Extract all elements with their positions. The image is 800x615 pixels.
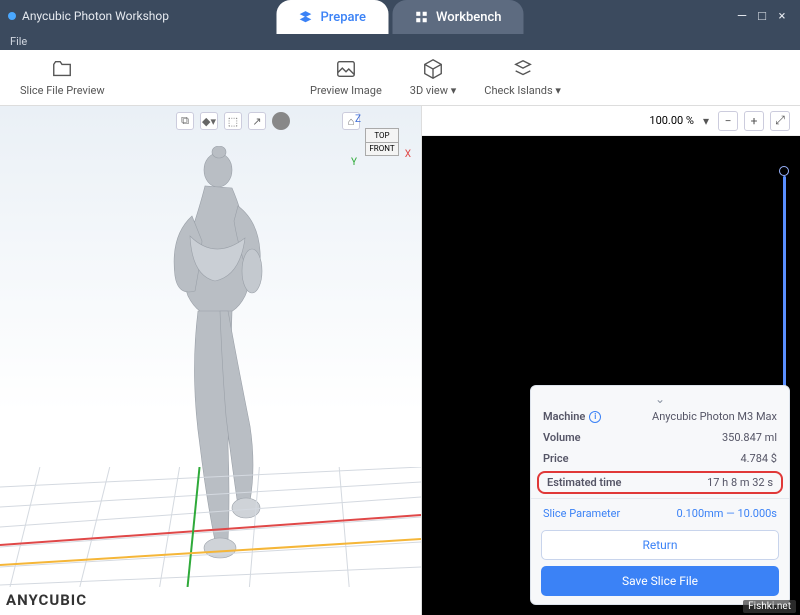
slice-param-value: 0.100mm — 10.000s bbox=[677, 507, 777, 520]
3d-view-label: 3D view ▾ bbox=[410, 84, 456, 97]
time-value: 17 h 8 m 32 s bbox=[707, 476, 773, 489]
axis-z-label: Z bbox=[355, 114, 361, 125]
layers-icon bbox=[298, 10, 312, 24]
return-button[interactable]: Return bbox=[541, 530, 779, 560]
tab-workbench-label: Workbench bbox=[436, 10, 502, 25]
menubar: File bbox=[0, 32, 800, 50]
slice-file-preview-label: Slice File Preview bbox=[20, 84, 105, 97]
slice-preview-canvas[interactable]: ⌄ Machine i Anycubic Photon M3 Max Volum… bbox=[422, 136, 800, 615]
preview-image-button[interactable]: Preview Image bbox=[310, 58, 382, 97]
estimated-time-row: Estimated time 17 h 8 m 32 s bbox=[537, 471, 783, 494]
window-maximize-button[interactable]: □ bbox=[752, 8, 772, 24]
workspace: ⧉ ◆▾ ⬚ ↗ ⌂ TOP FRONT Z Y X bbox=[0, 106, 800, 615]
folder-icon bbox=[51, 58, 73, 80]
layer-slider-top-knob[interactable] bbox=[779, 166, 789, 176]
slice-param-label: Slice Parameter bbox=[543, 507, 620, 520]
orientation-gizmo[interactable]: TOP FRONT Z Y X bbox=[365, 128, 399, 156]
tool-box-button[interactable]: ⬚ bbox=[224, 112, 242, 130]
slice-parameter-link[interactable]: Slice Parameter 0.100mm — 10.000s bbox=[531, 503, 789, 524]
tab-prepare[interactable]: Prepare bbox=[276, 0, 388, 34]
tool-export-button[interactable]: ↗ bbox=[248, 112, 266, 130]
axis-x-label: X bbox=[405, 149, 411, 160]
price-label: Price bbox=[543, 452, 569, 465]
zoom-toolbar: 100.00 % ▾ − + ⤢ bbox=[422, 106, 800, 136]
zoom-in-button[interactable]: + bbox=[744, 111, 764, 131]
ribbon: Slice File Preview Preview Image 3D view… bbox=[0, 50, 800, 106]
preview-image-label: Preview Image bbox=[310, 84, 382, 97]
watermark: Fishki.net bbox=[743, 600, 796, 613]
tool-copy-button[interactable]: ⧉ bbox=[176, 112, 194, 130]
axis-y-label: Y bbox=[351, 157, 357, 168]
volume-label: Volume bbox=[543, 431, 581, 444]
window-minimize-button[interactable]: — bbox=[732, 9, 752, 24]
zoom-fit-button[interactable]: ⤢ bbox=[770, 111, 790, 131]
tool-cube-button[interactable]: ◆▾ bbox=[200, 112, 218, 130]
gizmo-front-face[interactable]: FRONT bbox=[366, 143, 398, 156]
tab-workbench[interactable]: Workbench bbox=[392, 0, 524, 34]
viewport-toolbar: ⧉ ◆▾ ⬚ ↗ bbox=[176, 112, 290, 130]
window-close-button[interactable]: × bbox=[772, 9, 792, 24]
price-value: 4.784 $ bbox=[740, 452, 777, 465]
slice-file-preview-button[interactable]: Slice File Preview bbox=[20, 58, 105, 97]
grid-icon bbox=[414, 10, 428, 24]
zoom-percent: 100.00 % bbox=[649, 114, 694, 127]
volume-value: 350.847 ml bbox=[722, 431, 777, 444]
islands-icon bbox=[512, 58, 534, 80]
3d-view-button[interactable]: 3D view ▾ bbox=[410, 58, 456, 97]
tab-prepare-label: Prepare bbox=[320, 10, 366, 25]
image-icon bbox=[335, 58, 357, 80]
cube-icon bbox=[422, 58, 444, 80]
check-islands-label: Check Islands ▾ bbox=[484, 84, 561, 97]
app-title: Anycubic Photon Workshop bbox=[22, 9, 169, 23]
info-icon[interactable]: i bbox=[589, 411, 601, 423]
save-slice-file-button[interactable]: Save Slice File bbox=[541, 566, 779, 596]
zoom-out-button[interactable]: − bbox=[718, 111, 738, 131]
zoom-dropdown-icon[interactable]: ▾ bbox=[700, 111, 712, 131]
viewport-3d[interactable]: ⧉ ◆▾ ⬚ ↗ ⌂ TOP FRONT Z Y X bbox=[0, 106, 422, 615]
build-plate bbox=[0, 467, 421, 587]
app-icon bbox=[8, 12, 16, 20]
gizmo-top-face[interactable]: TOP bbox=[366, 129, 398, 143]
preview-pane: 100.00 % ▾ − + ⤢ ⌄ Machine i Anycubic bbox=[422, 106, 800, 615]
machine-value: Anycubic Photon M3 Max bbox=[652, 410, 777, 423]
brand-logo: ANYCUBIC bbox=[6, 591, 87, 609]
menu-file[interactable]: File bbox=[10, 35, 27, 48]
tool-shading-button[interactable] bbox=[272, 112, 290, 130]
machine-label: Machine i bbox=[543, 410, 601, 423]
panel-collapse-handle[interactable]: ⌄ bbox=[531, 392, 789, 406]
check-islands-button[interactable]: Check Islands ▾ bbox=[484, 58, 561, 97]
time-label: Estimated time bbox=[547, 476, 621, 489]
slice-info-panel: ⌄ Machine i Anycubic Photon M3 Max Volum… bbox=[530, 385, 790, 605]
